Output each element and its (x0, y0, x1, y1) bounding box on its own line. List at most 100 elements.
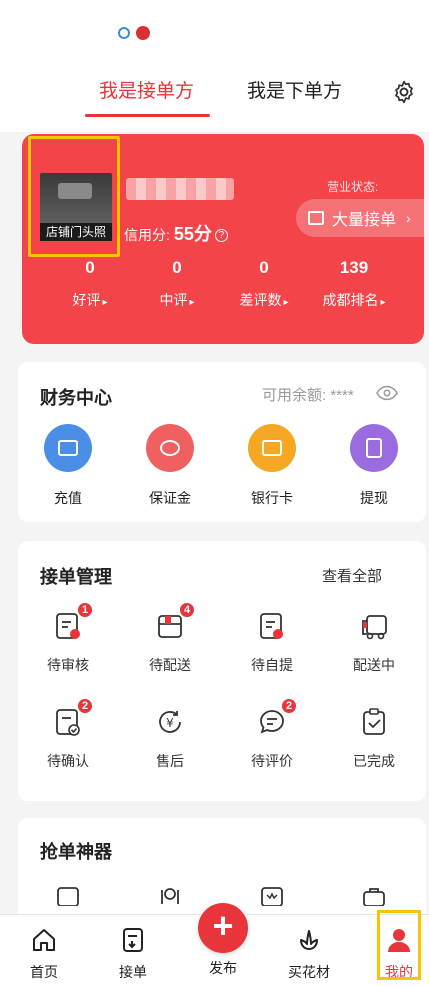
publish-plus-button[interactable]: + (198, 903, 248, 953)
wallet-icon (44, 424, 92, 472)
finance-title: 财务中心 (40, 388, 112, 408)
order-label: 配送中 (353, 657, 395, 673)
order-label: 待评价 (251, 753, 293, 769)
badge-count: 1 (76, 601, 94, 619)
tab-buy-flowers[interactable]: 买花材 (279, 927, 339, 982)
eye-icon[interactable] (376, 384, 398, 402)
view-all-link[interactable]: 查看全部 (322, 565, 382, 586)
order-pending-confirm[interactable]: 2 待确认 (18, 697, 118, 771)
stat-bad[interactable]: 0 差评数 (214, 258, 314, 310)
credit-label: 信用分: (124, 227, 170, 243)
order-after-sales[interactable]: ¥ 售后 (120, 707, 220, 771)
package-icon: 4 (156, 601, 196, 641)
withdraw-icon (350, 424, 398, 472)
clipboard-check-icon (360, 707, 388, 737)
order-completed[interactable]: 已完成 (324, 707, 424, 771)
order-pending-delivery[interactable]: 4 待配送 (120, 601, 220, 675)
stat-value: 0 (259, 258, 269, 277)
order-pending-pickup[interactable]: 待自提 (222, 611, 322, 675)
order-in-delivery[interactable]: 配送中 (324, 611, 424, 675)
finance-card: 财务中心 可用余额: **** 充值 保证金 银行卡 提现 (18, 362, 426, 522)
bag-icon[interactable] (360, 886, 388, 906)
finance-recharge[interactable]: 充值 (18, 424, 118, 508)
order-label: 待自提 (251, 657, 293, 673)
bank-card-icon (248, 424, 296, 472)
role-tabs: 我是接单方 我是下单方 (0, 76, 429, 117)
finance-label: 保证金 (149, 490, 191, 506)
shop-photo-frame[interactable]: 店铺门头照 (28, 136, 120, 257)
badge-count: 4 (178, 601, 196, 619)
document-clock-icon: 1 (54, 601, 94, 641)
business-status-label: 营业状态: (327, 180, 379, 194)
stat-value: 0 (85, 258, 95, 277)
truck-icon (360, 611, 388, 641)
chat-bubble-icon: 2 (258, 697, 298, 737)
finance-deposit[interactable]: 保证金 (120, 424, 220, 508)
order-label: 待审核 (47, 657, 89, 673)
stat-label: 成都排名 (304, 290, 404, 310)
badge-count: 2 (280, 697, 298, 715)
settings-gear-icon[interactable] (391, 79, 417, 105)
shop-photo-caption: 店铺门头照 (40, 223, 112, 241)
credit-score: 信用分: 55分? (124, 220, 228, 246)
document-confirm-icon: 2 (54, 697, 94, 737)
tab-receiver[interactable]: 我是接单方 (99, 76, 194, 103)
credit-value: 55分 (173, 224, 212, 244)
order-list-icon (123, 928, 143, 952)
publish-label[interactable]: 发布 (200, 958, 246, 978)
crown-icon[interactable] (258, 886, 286, 906)
stat-medium[interactable]: 0 中评 (127, 258, 227, 310)
order-pending-review-comment[interactable]: 2 待评价 (222, 697, 322, 771)
chevron-right-icon: › (406, 210, 411, 226)
badge-count: 2 (76, 697, 94, 715)
order-pending-review[interactable]: 1 待审核 (18, 601, 118, 675)
help-icon[interactable]: ? (214, 229, 228, 242)
available-balance: 可用余额: **** (262, 387, 354, 404)
tab-label: 接单 (119, 964, 147, 980)
tab-home[interactable]: 首页 (14, 927, 74, 982)
stat-rank[interactable]: 139 成都排名 (304, 258, 404, 310)
tab-label: 首页 (30, 964, 58, 980)
order-label: 售后 (156, 753, 184, 769)
grab-title: 抢单神器 (40, 842, 112, 862)
active-tab-underline (85, 114, 210, 117)
finance-label: 银行卡 (251, 490, 293, 506)
svg-text:¥: ¥ (166, 716, 174, 730)
stat-label: 差评数 (214, 290, 314, 310)
shop-name-blurred (126, 178, 234, 200)
business-status-button[interactable]: 大量接单 › (296, 199, 424, 237)
deposit-icon (146, 424, 194, 472)
business-status-value: 大量接单 (332, 212, 397, 229)
app-status-icon (118, 27, 130, 39)
tab-receive-orders[interactable]: 接单 (103, 927, 163, 982)
flower-icon (300, 930, 318, 950)
order-label: 待配送 (149, 657, 191, 673)
stat-value: 0 (172, 258, 182, 277)
mine-tab-highlight (377, 910, 421, 980)
finance-label: 提现 (360, 490, 388, 506)
notification-icon (136, 26, 150, 40)
location-icon[interactable] (156, 886, 184, 906)
stat-label: 中评 (127, 290, 227, 310)
stat-good[interactable]: 0 好评 (40, 258, 140, 310)
flash-icon[interactable] (54, 886, 82, 906)
shop-sign (58, 183, 92, 199)
top-header: 我是接单方 我是下单方 (0, 0, 429, 132)
order-label: 待确认 (47, 753, 89, 769)
store-icon (308, 211, 324, 225)
tab-label: 买花材 (288, 964, 330, 980)
order-management-card: 接单管理 查看全部 1 待审核 4 待配送 待自提 配送中 2 待确认 ¥ 售后… (18, 541, 426, 801)
order-label: 已完成 (353, 753, 395, 769)
yuan-refund-icon: ¥ (156, 707, 184, 737)
finance-bank-card[interactable]: 银行卡 (222, 424, 322, 508)
orders-title: 接单管理 (40, 567, 112, 587)
finance-withdraw[interactable]: 提现 (324, 424, 424, 508)
home-icon (33, 929, 55, 951)
document-check-icon (258, 611, 286, 641)
stat-value: 139 (339, 258, 369, 277)
tab-orderer[interactable]: 我是下单方 (247, 76, 342, 103)
finance-label: 充值 (54, 490, 82, 506)
status-icons (118, 26, 150, 40)
stat-label: 好评 (40, 290, 140, 310)
rating-stats: 0 好评 0 中评 0 差评数 139 成都排名 (22, 258, 424, 318)
